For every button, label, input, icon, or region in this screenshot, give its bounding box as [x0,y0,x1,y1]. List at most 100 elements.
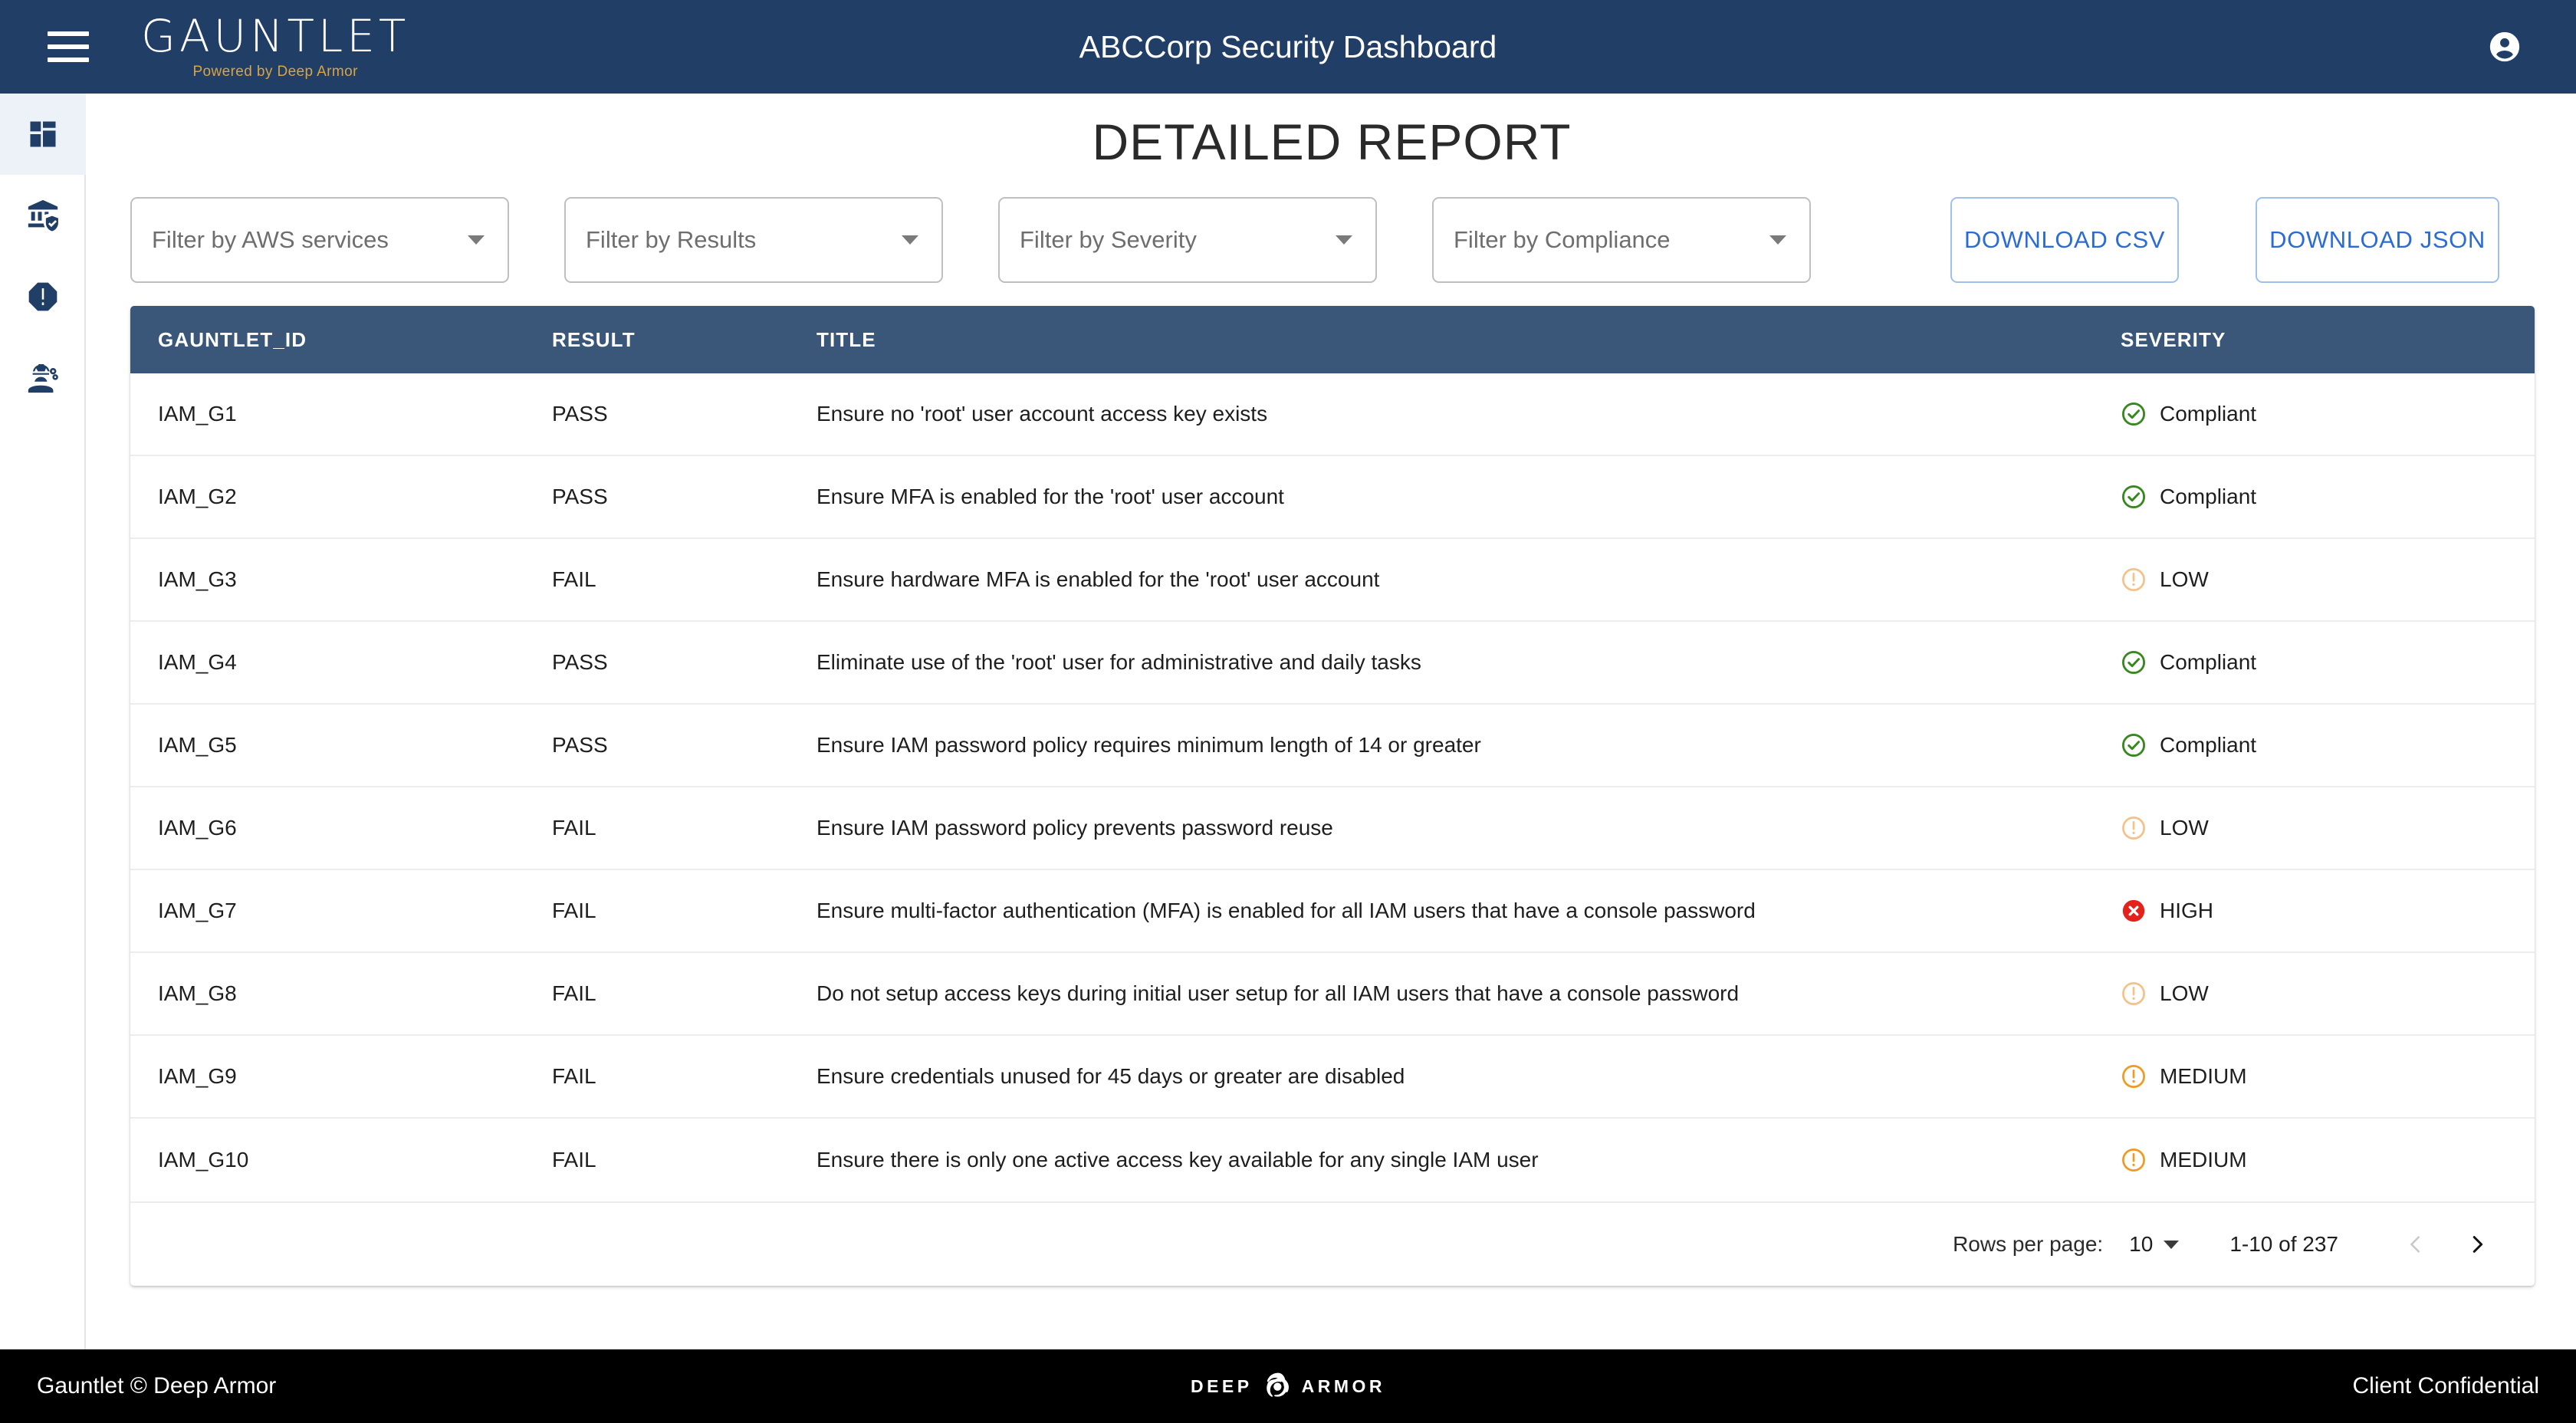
chevron-down-icon [1336,235,1352,245]
report-table: GAUNTLET_ID RESULT TITLE SEVERITY IAM_G1… [130,306,2535,1286]
cell-severity: Compliant [2121,401,2535,427]
sidebar-item-compliance[interactable] [0,175,86,256]
chevron-down-icon [902,235,918,245]
severity-label: HIGH [2160,899,2213,922]
cell-gauntlet-id: IAM_G8 [158,981,237,1005]
table-pagination: Rows per page: 10 1-10 of 237 [130,1201,2535,1286]
cell-severity: LOW [2121,567,2535,593]
table-row[interactable]: IAM_G9 FAIL Ensure credentials unused for … [130,1036,2535,1119]
filter-aws-services-select[interactable]: Filter by AWS services [130,197,509,283]
cell-result: PASS [552,402,608,426]
sidebar-item-dashboard[interactable] [0,94,86,175]
filter-compliance-label: Filter by Compliance [1454,226,1671,253]
column-header-severity: SEVERITY [2121,327,2226,351]
severity-label: LOW [2160,981,2209,1005]
cell-severity: MEDIUM [2121,1147,2535,1173]
cell-title: Ensure no 'root' user account access key… [816,402,1268,426]
warning-octagon-icon [28,282,58,311]
chevron-down-icon [1769,235,1786,245]
cell-title: Ensure IAM password policy prevents pass… [816,816,1333,840]
table-body: IAM_G1 PASS Ensure no 'root' user account … [130,373,2535,1201]
cell-gauntlet-id: IAM_G9 [158,1064,237,1088]
cell-severity: Compliant [2121,484,2535,510]
cell-title: Ensure there is only one active access k… [816,1148,1539,1172]
severity-label: Compliant [2160,485,2257,508]
brand-logo-tagline: Powered by Deep Armor [192,64,358,80]
page-title: DETAILED REPORT [1092,113,1572,170]
cell-severity: LOW [2121,981,2535,1007]
cell-result: PASS [552,650,608,674]
severity-label: Compliant [2160,650,2257,674]
table-row[interactable]: IAM_G1 PASS Ensure no 'root' user account … [130,373,2535,456]
table-row[interactable]: IAM_G6 FAIL Ensure IAM password policy pre… [130,787,2535,870]
footer-logo-deep: DEEP [1190,1375,1253,1396]
cell-title: Ensure hardware MFA is enabled for the '… [816,567,1380,591]
severity-label: LOW [2160,567,2209,591]
table-row[interactable]: IAM_G8 FAIL Do not setup access keys durin… [130,953,2535,1036]
check-circle-icon [2121,733,2146,758]
check-circle-icon [2121,402,2146,426]
chevron-right-icon [2472,1236,2483,1253]
cell-severity: Compliant [2121,732,2535,758]
table-row[interactable]: IAM_G5 PASS Ensure IAM password policy req… [130,705,2535,787]
cell-gauntlet-id: IAM_G3 [158,567,237,591]
nautilus-shell-icon [1266,1372,1289,1397]
filter-results-label: Filter by Results [586,226,757,253]
cell-severity: MEDIUM [2121,1063,2535,1089]
cell-severity: LOW [2121,815,2535,841]
main-content: DETAILED REPORT Filter by AWS services F… [87,94,2576,1349]
check-circle-icon [2121,485,2146,509]
hamburger-menu-icon[interactable] [48,31,89,62]
cell-severity: Compliant [2121,649,2535,675]
top-app-bar: GAUNTLET Powered by Deep Armor ABCCorp S… [0,0,2576,94]
pagination-range-label: 1-10 of 237 [2229,1232,2338,1256]
rows-per-page-label: Rows per page: [1953,1232,2104,1256]
engineering-worker-icon [28,363,58,393]
brand-logo-word: GAUNTLET [141,10,410,62]
error-circle-icon [2122,899,2145,922]
cell-title: Ensure credentials unused for 45 days or… [816,1064,1405,1088]
table-row[interactable]: IAM_G7 FAIL Ensure multi-factor authentica… [130,870,2535,953]
severity-label: MEDIUM [2160,1064,2247,1088]
dashboard-grid-icon [30,121,56,147]
filter-toolbar: Filter by AWS services Filter by Results… [130,197,2576,283]
cell-result: FAIL [552,1148,596,1172]
warning-circle-icon [2122,982,2145,1005]
previous-page-button[interactable] [2394,1222,2438,1267]
severity-label: MEDIUM [2160,1148,2247,1172]
table-row[interactable]: IAM_G4 PASS Eliminate use of the 'root' us… [130,622,2535,705]
cell-title: Eliminate use of the 'root' user for adm… [816,650,1421,674]
sidebar-item-engineering[interactable] [0,337,86,419]
next-page-button[interactable] [2455,1222,2499,1267]
filter-aws-services-label: Filter by AWS services [152,226,389,253]
chevron-down-icon [2164,1240,2180,1249]
column-header-gauntlet-id: GAUNTLET_ID [158,327,307,351]
filter-severity-select[interactable]: Filter by Severity [998,197,1377,283]
filter-results-select[interactable]: Filter by Results [564,197,943,283]
sidebar-item-alerts[interactable] [0,256,86,337]
account-circle-icon[interactable] [2487,29,2522,64]
cell-gauntlet-id: IAM_G10 [158,1148,249,1172]
cell-result: PASS [552,733,608,757]
cell-result: FAIL [552,1064,596,1088]
cell-gauntlet-id: IAM_G6 [158,816,237,840]
cell-severity: HIGH [2121,898,2535,924]
download-json-button[interactable]: DOWNLOAD JSON [2256,197,2499,283]
cell-gauntlet-id: IAM_G7 [158,899,237,922]
rows-per-page-select[interactable]: 10 [2129,1232,2180,1257]
warning-circle-icon [2122,817,2145,840]
severity-label: Compliant [2160,733,2257,757]
download-csv-button[interactable]: DOWNLOAD CSV [1950,197,2179,283]
table-row[interactable]: IAM_G2 PASS Ensure MFA is enabled for the … [130,456,2535,539]
brand-logo: GAUNTLET Powered by Deep Armor [141,14,409,80]
cell-result: FAIL [552,899,596,922]
cell-result: FAIL [552,981,596,1005]
filter-compliance-select[interactable]: Filter by Compliance [1432,197,1811,283]
warning-circle-icon [2122,1149,2145,1172]
footer-confidentiality: Client Confidential [2352,1373,2539,1398]
check-circle-icon [2121,650,2146,675]
table-row[interactable]: IAM_G10 FAIL Ensure there is only one acti… [130,1119,2535,1201]
table-row[interactable]: IAM_G3 FAIL Ensure hardware MFA is enabled… [130,539,2535,622]
table-header-row: GAUNTLET_ID RESULT TITLE SEVERITY [130,306,2535,373]
sidebar-nav [0,94,86,1349]
